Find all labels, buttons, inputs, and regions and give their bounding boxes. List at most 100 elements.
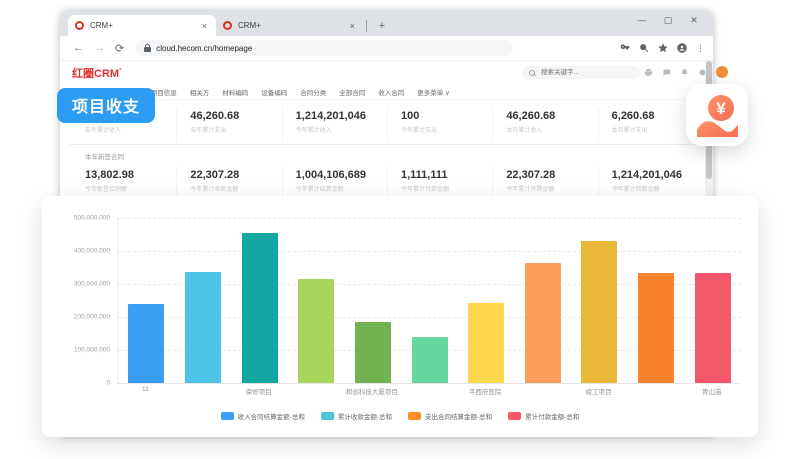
- nav-item[interactable]: 合同分类: [300, 87, 326, 97]
- bar-slot: [231, 218, 288, 383]
- plot-area: [117, 218, 741, 384]
- maximize-button[interactable]: ▢: [655, 12, 681, 28]
- bar-col-6[interactable]: [412, 337, 448, 383]
- x-tick-label: [287, 386, 344, 396]
- search-icon[interactable]: [639, 43, 649, 53]
- bar-slot: [514, 218, 571, 383]
- bar-col-2[interactable]: [185, 272, 221, 383]
- legend-item[interactable]: 累计付款金额-总和: [508, 411, 579, 421]
- tab-title: CRM+: [238, 21, 348, 30]
- bar-slot: [288, 218, 345, 383]
- key-icon[interactable]: [620, 43, 630, 53]
- minimize-button[interactable]: —: [629, 12, 655, 28]
- stat-caption: 去年累计收入: [85, 125, 176, 134]
- legend-item[interactable]: 累计收款金额-总和: [321, 411, 392, 421]
- bar-series: [118, 218, 741, 383]
- x-tick-label: 11: [117, 386, 174, 396]
- legend-label: 累计付款金额-总和: [525, 411, 579, 421]
- legend-item[interactable]: 支出合同结算金额-总和: [408, 411, 492, 421]
- x-tick-label: 和创科技大厦项目: [344, 386, 401, 396]
- stat-item: 46,260.68本月累计收入: [492, 108, 597, 142]
- stat-value: 100: [401, 110, 492, 122]
- nav-item[interactable]: 收入合同: [378, 87, 404, 97]
- nav-item[interactable]: 全部合同: [339, 87, 365, 97]
- stat-caption: 去年累计支出: [190, 125, 281, 134]
- bar-slot: [345, 218, 402, 383]
- bar-col-4[interactable]: [298, 279, 334, 383]
- yen-hand-card[interactable]: ¥: [686, 84, 748, 146]
- nav-item[interactable]: 相关方: [190, 87, 210, 97]
- stat-caption: 今年累计付款金额: [401, 184, 492, 193]
- hand-holding-yen-icon: ¥: [695, 93, 739, 137]
- x-axis-labels: 11 保修项目 和创科技大厦项目 平西府医院 竣工项目 青山庙: [117, 386, 740, 396]
- user-avatar[interactable]: [716, 66, 728, 78]
- bar-和创科技大厦项目[interactable]: [355, 322, 391, 383]
- url-text: cloud.hecom.cn/homepage: [156, 44, 252, 53]
- x-tick-label: [174, 386, 231, 396]
- x-tick-label: 平西府医院: [457, 386, 514, 396]
- stat-caption: 今年累计开票金额: [506, 184, 597, 193]
- nav-item[interactable]: 更多菜单 ∨: [417, 87, 450, 97]
- stat-value: 1,214,201,046: [296, 110, 387, 122]
- bar-slot: [175, 218, 232, 383]
- bar-slot: [118, 218, 175, 383]
- bar-slot: [458, 218, 515, 383]
- crm-search-box[interactable]: [522, 66, 640, 79]
- stat-caption: 今年新签合同额: [85, 184, 176, 193]
- legend-swatch: [508, 412, 521, 420]
- bar-col-8[interactable]: [525, 263, 561, 383]
- profile-avatar-icon[interactable]: [677, 43, 687, 53]
- x-tick-label: 青山庙: [683, 386, 740, 396]
- bar-slot: [401, 218, 458, 383]
- search-input[interactable]: [539, 68, 633, 77]
- nav-item[interactable]: 设备编码: [261, 87, 287, 97]
- browser-menu-icon[interactable]: ⋮: [696, 43, 705, 54]
- tab-close-icon[interactable]: ×: [348, 21, 357, 31]
- tab-separator: [366, 20, 367, 32]
- close-button[interactable]: ✕: [681, 12, 707, 28]
- new-tab-button[interactable]: +: [375, 19, 389, 33]
- project-income-expense-badge[interactable]: 项目收支: [57, 88, 155, 123]
- chart-card: 11 保修项目 和创科技大厦项目 平西府医院 竣工项目 青山庙 收入合同结算金额-总和 累计…: [42, 196, 758, 437]
- address-bar[interactable]: cloud.hecom.cn/homepage: [135, 40, 513, 56]
- bookmark-star-icon[interactable]: [658, 43, 668, 53]
- page: CRM+ × CRM+ × + — ▢ ✕ ← → ⟳ cloud.hecom.…: [0, 0, 792, 459]
- bar-11[interactable]: [128, 304, 164, 383]
- bar-保修项目[interactable]: [242, 233, 278, 383]
- section-title: 本年新签合同: [85, 151, 703, 161]
- browser-tab-1[interactable]: CRM+ ×: [68, 15, 216, 36]
- bar-青山庙[interactable]: [695, 273, 731, 383]
- x-tick-label: [627, 386, 684, 396]
- tab-close-icon[interactable]: ×: [200, 21, 209, 31]
- legend-label: 累计收款金额-总和: [338, 411, 392, 421]
- bell-icon[interactable]: [680, 68, 689, 77]
- search-icon: [529, 70, 535, 76]
- stat-caption: 今年累计收入: [296, 125, 387, 134]
- stat-caption: 今年累计结算金额: [296, 184, 387, 193]
- x-tick-label: [400, 386, 457, 396]
- legend-label: 收入合同结算金额-总和: [238, 411, 305, 421]
- x-tick-label: 保修项目: [230, 386, 287, 396]
- bar-col-10[interactable]: [638, 273, 674, 383]
- stat-value: 22,307.28: [506, 169, 597, 181]
- back-button[interactable]: ←: [73, 42, 84, 54]
- x-tick-label: [513, 386, 570, 396]
- yen-symbol: ¥: [716, 99, 726, 118]
- legend-item[interactable]: 收入合同结算金额-总和: [221, 411, 305, 421]
- print-icon[interactable]: [644, 68, 653, 77]
- stat-item: 1,214,201,046 今年累计收入: [282, 108, 387, 142]
- stat-caption: 本月累计收入: [506, 125, 597, 134]
- crm-header-icons: [644, 66, 728, 78]
- crm-nav-items: 首页项目信息相关方材料编码设备编码合同分类全部合同收入合同更多菜单 ∨: [125, 87, 463, 97]
- forward-button[interactable]: →: [94, 42, 105, 54]
- stat-item: 46,260.68去年累计支出: [176, 108, 281, 142]
- toolbar-icons: ⋮: [620, 43, 705, 54]
- x-tick-label: 竣工项目: [570, 386, 627, 396]
- message-icon[interactable]: [662, 68, 671, 77]
- nav-item[interactable]: 材料编码: [222, 87, 248, 97]
- bar-平西府医院[interactable]: [468, 303, 504, 383]
- reload-button[interactable]: ⟳: [115, 42, 124, 55]
- y-tick-label: 0: [58, 380, 110, 387]
- browser-tab-2[interactable]: CRM+ ×: [216, 15, 364, 36]
- bar-竣工项目[interactable]: [581, 241, 617, 383]
